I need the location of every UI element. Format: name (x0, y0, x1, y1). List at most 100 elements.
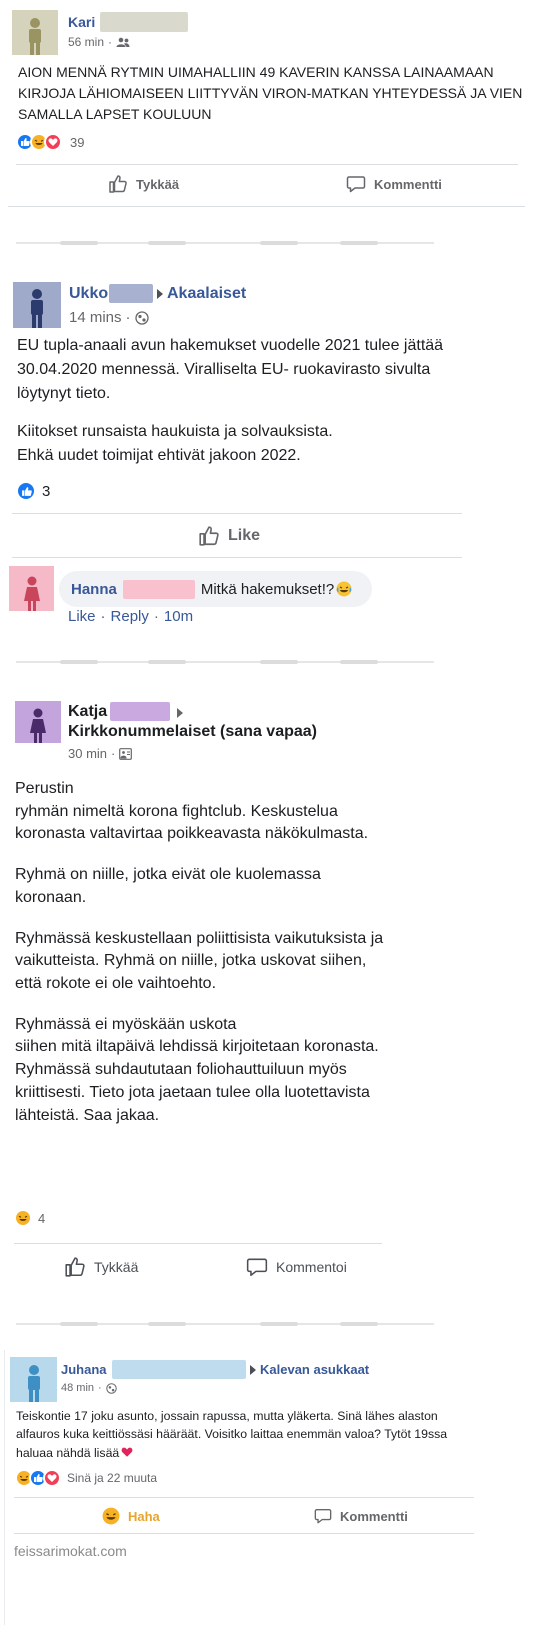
separator-dash (60, 241, 98, 245)
group-name[interactable]: Akaalaiset (167, 285, 246, 303)
comment-button[interactable]: Kommentoi (246, 1256, 347, 1278)
watermark: feissarimokat.com (14, 1543, 127, 1559)
comment-author[interactable]: Hanna (71, 581, 117, 598)
separator-dash (148, 241, 186, 245)
redacted-surname (109, 284, 153, 303)
post-text: Teiskontie 17 joku asunto, jossain rapus… (16, 1409, 448, 1460)
like-label: Like (228, 527, 261, 544)
separator-dash (60, 660, 98, 664)
comment-bubble: Hanna Mitkä hakemukset!? (59, 571, 372, 607)
thumbs-up-icon (199, 526, 219, 546)
haha-button[interactable]: Haha (102, 1507, 160, 1525)
separator-dash (260, 241, 298, 245)
author-name[interactable]: Ukko (69, 285, 108, 303)
avatar[interactable] (13, 282, 61, 328)
separator-dash (148, 1322, 186, 1326)
separator-dash (260, 1322, 298, 1326)
separator-dash (260, 660, 298, 664)
like-button[interactable]: Tykkää (64, 1256, 138, 1278)
comment-text: Mitkä hakemukset!? (200, 580, 335, 598)
post-text: Perustin ryhmän nimeltä korona fightclub… (15, 780, 384, 1124)
comment-button[interactable]: Kommentti (346, 174, 442, 194)
love-icon (44, 133, 62, 151)
reaction-count: 3 (42, 482, 51, 500)
haha-reaction-icon (102, 1507, 120, 1525)
redacted-surname (110, 702, 170, 721)
group-name[interactable]: Kalevan asukkaat (260, 1362, 369, 1377)
post-meta: 14 mins · (69, 309, 149, 326)
reaction-summary[interactable]: 39 (16, 133, 84, 151)
post-time[interactable]: 30 min (68, 746, 107, 761)
like-icon (16, 481, 36, 501)
post-text: AION MENNÄ RYTMIN UIMAHALLIIN 49 KAVERIN… (18, 64, 523, 122)
post-meta: 56 min · (68, 35, 130, 49)
group-name[interactable]: Kirkkonummelaiset (sana vapaa) (68, 723, 317, 741)
comment-icon (314, 1509, 332, 1524)
divider (12, 513, 462, 514)
separator-dash (340, 241, 378, 245)
comment-like-link[interactable]: Like (68, 608, 96, 625)
comment-reply-link[interactable]: Reply (111, 608, 149, 625)
avatar[interactable] (15, 701, 61, 743)
comment-label: Kommentti (374, 176, 442, 192)
post-text: EU tupla-anaali avun hakemukset vuodelle… (17, 337, 444, 464)
haha-icon (14, 1209, 32, 1227)
haha-label: Haha (128, 1508, 160, 1524)
reaction-summary[interactable]: 3 (16, 481, 50, 501)
comment-label: Kommentoi (276, 1259, 347, 1275)
heart-icon (121, 1447, 133, 1457)
laughing-emoji-icon (336, 581, 352, 597)
reaction-summary[interactable]: Sinä ja 22 muuta (15, 1469, 157, 1487)
redacted-surname (122, 579, 195, 599)
divider (12, 557, 462, 558)
thumbs-up-icon (65, 1257, 85, 1277)
separator-dash (148, 660, 186, 664)
author-name[interactable]: Kari (68, 14, 95, 30)
love-icon (43, 1469, 61, 1487)
reaction-count: 39 (70, 134, 85, 150)
comment-button[interactable]: Kommentti (314, 1507, 408, 1525)
comment-icon (246, 1258, 268, 1277)
separator-dash (340, 1322, 378, 1326)
post-meta: 30 min · (68, 746, 133, 761)
avatar[interactable] (12, 10, 58, 55)
group-icon (119, 747, 133, 760)
like-label: Tykkää (136, 176, 180, 192)
like-label: Tykkää (94, 1259, 139, 1275)
comment-time[interactable]: 10m (164, 608, 193, 625)
reaction-summary[interactable]: 4 (14, 1209, 45, 1227)
comment-icon (346, 176, 366, 193)
divider (16, 164, 518, 165)
post-time[interactable]: 14 mins (69, 309, 122, 326)
separator-dash (340, 660, 378, 664)
redacted-surname (100, 12, 188, 32)
post-time[interactable]: 56 min (68, 35, 104, 49)
person-silhouette-icon (31, 289, 43, 328)
globe-icon (105, 1382, 117, 1394)
comment-actions: Like · Reply · 10m (68, 608, 194, 625)
triangle-right-icon (177, 708, 183, 718)
post-bottom-border (8, 206, 525, 207)
post-meta: 48 min · (61, 1382, 117, 1394)
triangle-right-icon (250, 1365, 256, 1375)
like-button[interactable]: Like (198, 525, 260, 547)
thumbs-up-icon (109, 175, 127, 193)
avatar[interactable] (9, 566, 54, 611)
author-name[interactable]: Katja (68, 703, 107, 721)
triangle-right-icon (157, 289, 163, 299)
person-silhouette-icon (29, 18, 41, 55)
post-time[interactable]: 48 min (61, 1382, 94, 1394)
reaction-count: 4 (38, 1210, 46, 1226)
like-button[interactable]: Tykkää (108, 174, 179, 194)
divider (14, 1497, 474, 1498)
divider (14, 1243, 382, 1244)
friends-icon (116, 37, 130, 47)
person-silhouette-icon (27, 1365, 40, 1402)
separator-dash (60, 1322, 98, 1326)
divider (14, 1533, 474, 1534)
comment-label: Kommentti (340, 1508, 408, 1524)
redacted-surname (112, 1360, 246, 1379)
avatar[interactable] (10, 1357, 57, 1402)
globe-icon (134, 310, 149, 325)
author-name[interactable]: Juhana (61, 1362, 107, 1377)
